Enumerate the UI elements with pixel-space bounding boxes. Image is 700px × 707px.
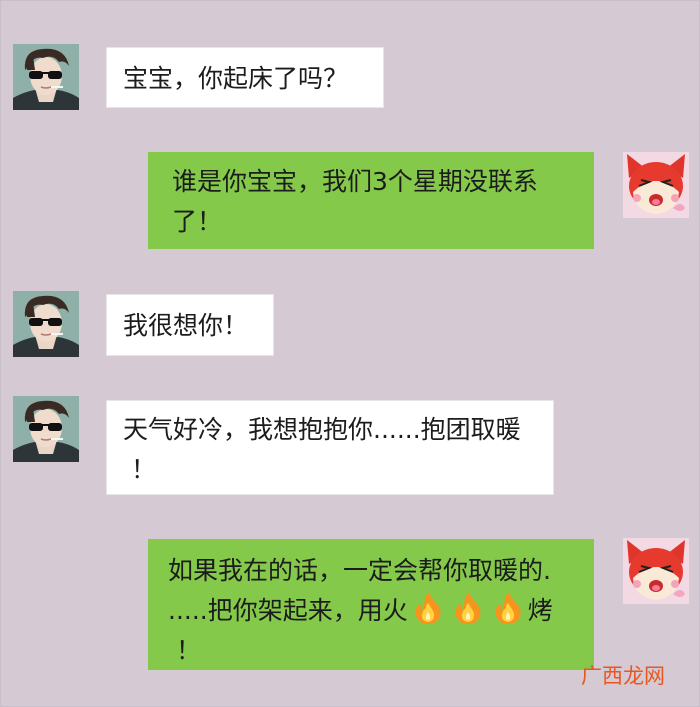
- received-message-bubble[interactable]: 宝宝，你起床了吗？: [106, 47, 384, 108]
- sent-message-bubble[interactable]: 如果我在的话，一定会帮你取暖的. .....把你架起来，用火 烤 ！: [148, 539, 594, 670]
- received-message-bubble[interactable]: 我很想你！: [106, 294, 274, 356]
- message-text-line: ！: [176, 636, 202, 665]
- message-text-line: 如果我在的话，一定会帮你取暖的.: [168, 556, 551, 585]
- watermark: 广西龙网: [581, 664, 665, 688]
- message-text-line: 天气好冷，我想抱抱你......抱团取暖: [123, 415, 521, 444]
- fox-avatar-icon: [623, 152, 689, 218]
- message-text-line: 谁是你宝宝，我们3个星期没联系: [172, 167, 538, 196]
- chat-screen: 宝宝，你起床了吗？ 谁是你宝宝，我们3个星期没联系 了！ 我很想你！ 天气好冷，…: [0, 0, 700, 707]
- sent-message-bubble[interactable]: 谁是你宝宝，我们3个星期没联系 了！: [148, 152, 594, 249]
- fox-avatar-icon: [623, 538, 689, 604]
- message-text-line: .....把你架起来，用火 烤: [168, 591, 594, 631]
- contact-avatar[interactable]: [13, 44, 79, 110]
- message-text-line: ！: [131, 455, 157, 484]
- boy-avatar-icon: [13, 291, 79, 357]
- message-text: 宝宝，你起床了吗？: [123, 64, 349, 93]
- message-text-line: 了！: [172, 207, 223, 236]
- fire-icon: [493, 591, 523, 625]
- contact-avatar[interactable]: [13, 396, 79, 462]
- received-message-bubble[interactable]: 天气好冷，我想抱抱你......抱团取暖 ！: [106, 400, 554, 495]
- boy-avatar-icon: [13, 396, 79, 462]
- message-text-segment: .....把你架起来，用火: [168, 596, 408, 625]
- fire-icon: [413, 591, 443, 625]
- boy-avatar-icon: [13, 44, 79, 110]
- my-avatar[interactable]: [623, 538, 689, 604]
- fire-icon: [453, 591, 483, 625]
- message-text: 我很想你！: [123, 311, 249, 340]
- contact-avatar[interactable]: [13, 291, 79, 357]
- my-avatar[interactable]: [623, 152, 689, 218]
- message-text-segment: 烤: [527, 596, 553, 625]
